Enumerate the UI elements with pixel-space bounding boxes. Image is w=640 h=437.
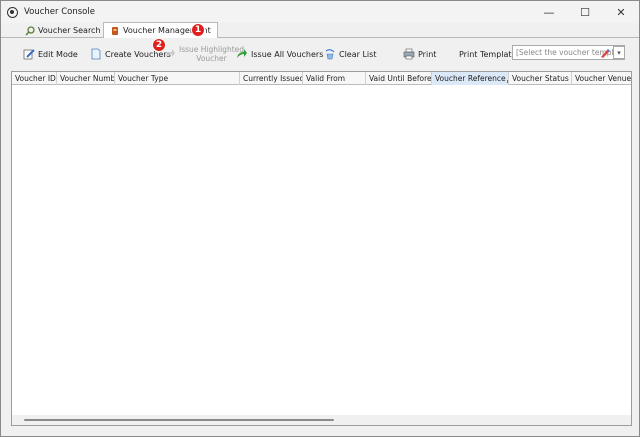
close-button[interactable]: ✕ (603, 1, 639, 23)
app-logo-icon (7, 6, 18, 18)
minimize-button[interactable]: — (531, 1, 567, 23)
title-bar: Voucher Console — ☐ ✕ (1, 1, 639, 23)
magnifier-icon (25, 25, 35, 36)
green-arrow-icon (236, 48, 248, 60)
column-header[interactable]: Vaid Until Before (366, 72, 432, 85)
tab-voucher-search[interactable]: Voucher Search (19, 23, 107, 38)
clear-list-button[interactable]: Clear List (324, 43, 376, 65)
issue-highlighted-voucher-button[interactable]: Issue Highlighted Voucher (164, 43, 244, 65)
horizontal-scrollbar[interactable] (12, 415, 631, 425)
voucher-management-icon (110, 26, 120, 36)
column-header[interactable]: Voucher Status (509, 72, 572, 85)
issue-all-vouchers-button[interactable]: Issue All Vouchers (236, 43, 323, 65)
edit-pencil-icon (23, 48, 35, 60)
window-controls: — ☐ ✕ (531, 1, 639, 23)
colorful-edit-icon[interactable] (600, 48, 610, 60)
column-header[interactable]: Currently Issued (240, 72, 303, 85)
scrollbar-thumb[interactable] (24, 419, 334, 421)
clear-list-icon (324, 48, 336, 60)
chevron-down-icon[interactable]: ▾ (613, 46, 625, 59)
column-header[interactable]: Voucher Number (57, 72, 115, 85)
print-template-label: Print Template (459, 49, 517, 59)
voucher-console-window: Voucher Console — ☐ ✕ Voucher Search Vou… (0, 0, 640, 437)
column-header[interactable]: Voucher Type (115, 72, 240, 85)
callout-badge-2: 2 (152, 38, 166, 52)
column-header[interactable]: Voucher ID (12, 72, 57, 85)
voucher-grid: Voucher ID Voucher Number Voucher Type C… (11, 71, 632, 426)
print-button[interactable]: Print (403, 43, 436, 65)
edit-mode-button[interactable]: Edit Mode (23, 43, 78, 65)
window-title: Voucher Console (24, 7, 95, 17)
issue-arrow-icon (164, 48, 176, 60)
callout-badge-1: 1 (191, 23, 205, 37)
tab-label: Voucher Search (38, 26, 101, 35)
grid-header-row: Voucher ID Voucher Number Voucher Type C… (12, 72, 631, 85)
printer-icon (403, 48, 415, 60)
document-icon (90, 48, 102, 60)
voucher-template-select[interactable]: [Select the voucher templa (512, 45, 625, 60)
column-header-voucher-reference[interactable]: Voucher Reference (432, 72, 509, 85)
column-header[interactable]: Voucher Venue (572, 72, 631, 85)
tab-strip: Voucher Search Voucher Management (1, 22, 639, 38)
column-header[interactable]: Valid From (303, 72, 366, 85)
maximize-button[interactable]: ☐ (567, 1, 603, 23)
